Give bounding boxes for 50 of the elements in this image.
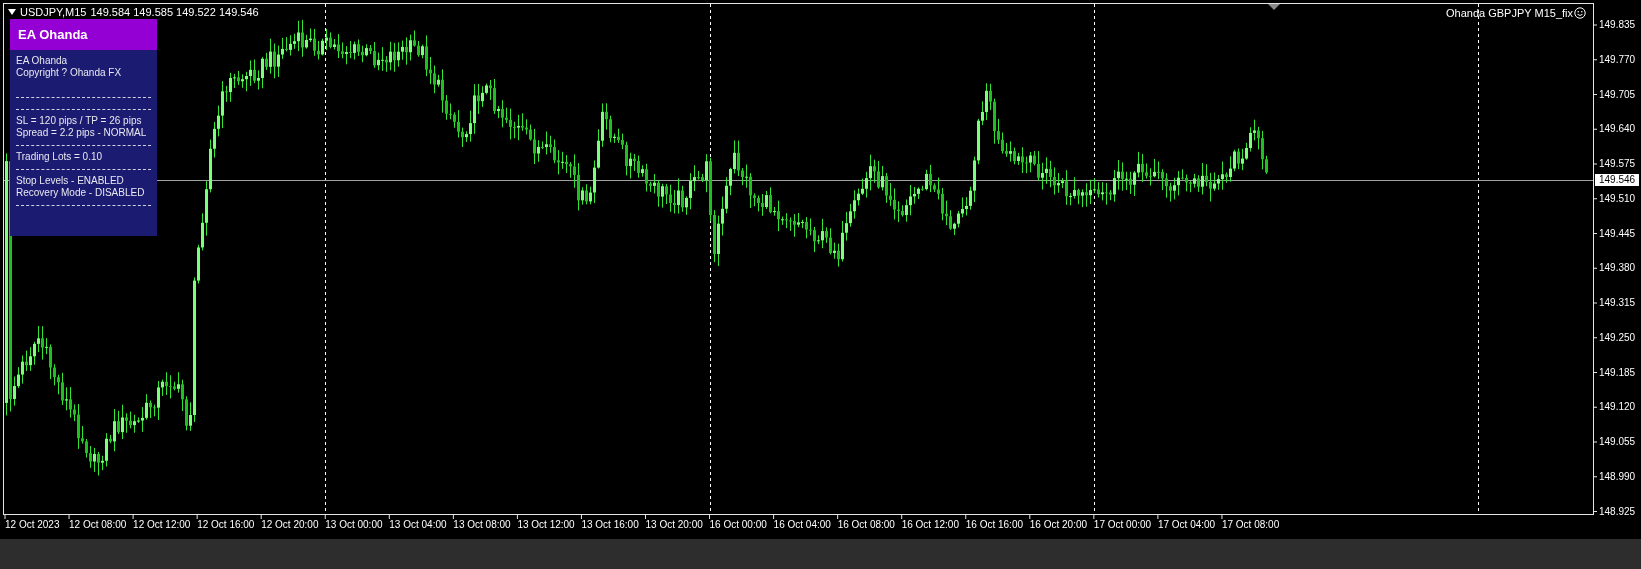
time-label: 13 Oct 04:00 (389, 519, 447, 531)
panel-text: EA Ohanda (16, 55, 69, 67)
price-label: 149.835 (1599, 19, 1636, 31)
time-label: 16 Oct 08:00 (837, 519, 895, 531)
menu-triangle-icon[interactable] (8, 9, 16, 15)
current-price-label: 149.546 (1595, 174, 1640, 186)
time-label: 13 Oct 12:00 (517, 519, 575, 531)
time-label: 16 Oct 12:00 (901, 519, 959, 531)
price-label: 149.250 (1599, 331, 1636, 344)
indicator-label: Ohanda GBPJPY M15_fix (1446, 6, 1573, 20)
time-label: 17 Oct 00:00 (1093, 519, 1152, 531)
time-label: 13 Oct 00:00 (325, 519, 383, 531)
price-label: 149.315 (1599, 297, 1636, 309)
smiley-icon (1574, 7, 1586, 19)
time-label: 12 Oct 20:00 (261, 519, 319, 531)
price-label: 149.575 (1599, 158, 1636, 170)
time-label: 17 Oct 08:00 (1221, 519, 1280, 531)
symbol-label: USDJPY,M15 (20, 5, 87, 19)
time-label: 12 Oct 16:00 (197, 519, 255, 531)
time-label: 12 Oct 08:00 (69, 519, 127, 531)
price-label: 149.120 (1599, 401, 1636, 414)
price-label: 149.770 (1599, 53, 1636, 66)
time-label: 16 Oct 20:00 (1029, 519, 1088, 531)
time-label: 13 Oct 20:00 (645, 519, 703, 531)
panel-text: Trading Lots = 0.10 (16, 151, 104, 163)
time-label: 17 Oct 04:00 (1157, 519, 1216, 531)
chart-shift-icon[interactable] (1268, 4, 1280, 10)
price-label: 149.705 (1599, 88, 1636, 101)
time-label: 13 Oct 08:00 (453, 519, 511, 531)
panel-text: Stop Levels - ENABLED (16, 175, 125, 187)
quote-values: 149.584 149.585 149.522 149.546 (90, 5, 259, 19)
price-label: 149.380 (1599, 262, 1636, 275)
price-label: 149.445 (1599, 227, 1636, 240)
panel-text: Recovery Mode - DISABLED (16, 187, 146, 199)
price-label: 149.055 (1599, 436, 1636, 448)
time-label: 16 Oct 00:00 (709, 519, 767, 531)
time-label: 12 Oct 12:00 (133, 519, 191, 531)
time-label: 12 Oct 2023 (5, 519, 60, 531)
price-label: 149.640 (1599, 123, 1636, 136)
time-label: 16 Oct 04:00 (773, 519, 831, 531)
panel-text: Copyright ? Ohanda FX (16, 67, 123, 79)
time-label: 16 Oct 16:00 (965, 519, 1023, 531)
panel-text: SL = 120 pips / TP = 26 pips (16, 115, 143, 127)
price-label: 149.185 (1599, 366, 1636, 379)
price-label: 149.510 (1599, 192, 1636, 205)
price-label: 148.925 (1599, 505, 1636, 518)
panel-header: EA Ohanda (10, 19, 157, 50)
panel-text: Spread = 2.2 pips - NORMAL (16, 127, 148, 139)
price-label: 148.990 (1599, 470, 1636, 483)
time-label: 13 Oct 16:00 (581, 519, 639, 531)
